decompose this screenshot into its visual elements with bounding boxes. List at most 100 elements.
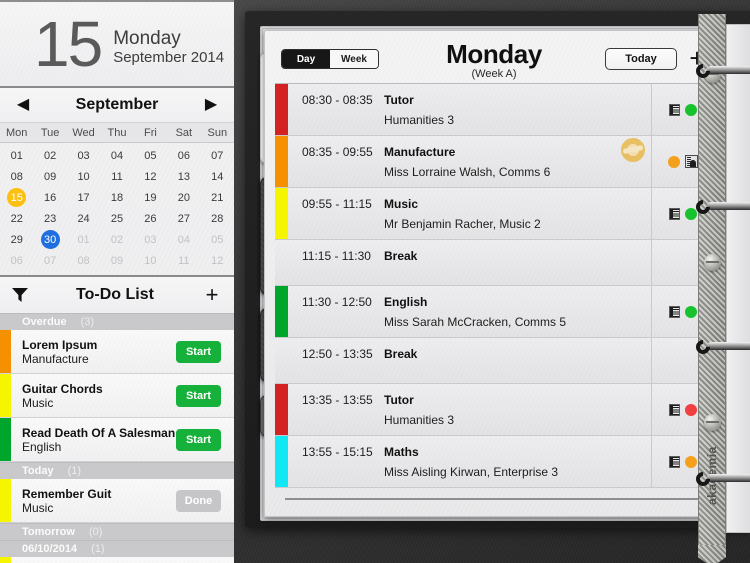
calendar-day-cell[interactable]: 16 bbox=[33, 187, 66, 208]
calendar-day-cell[interactable]: 05 bbox=[134, 145, 167, 166]
calendar-day-cell[interactable]: 12 bbox=[134, 166, 167, 187]
calendar-day-cell[interactable]: 29 bbox=[0, 229, 33, 250]
calendar-day-label: 12 bbox=[144, 170, 157, 183]
calendar-day-cell[interactable]: 02 bbox=[33, 145, 66, 166]
calendar-day-cell[interactable]: 08 bbox=[0, 166, 33, 187]
calendar-day-cell[interactable]: 23 bbox=[33, 208, 66, 229]
notes-list-icon[interactable] bbox=[668, 305, 680, 318]
calendar-day-cell[interactable]: 02 bbox=[100, 229, 133, 250]
todo-group-header: 06/10/2014 (1) bbox=[0, 540, 234, 557]
calendar-day-cell[interactable]: 01 bbox=[0, 145, 33, 166]
calendar-day-cell[interactable]: 13 bbox=[167, 166, 200, 187]
todo-item-text: Guitar Chords Music bbox=[22, 382, 176, 410]
todo-item-subject: Music bbox=[22, 395, 54, 410]
calendar-day-cell[interactable]: 06 bbox=[0, 250, 33, 271]
binder-ring bbox=[693, 337, 750, 357]
timetable-row[interactable]: 09:55 - 11:15 Music Mr Benjamin Racher, Mu… bbox=[275, 188, 713, 240]
calendar-day-cell[interactable]: 07 bbox=[201, 145, 234, 166]
calendar-day-cell[interactable]: 08 bbox=[67, 250, 100, 271]
notes-list-icon[interactable] bbox=[668, 455, 680, 468]
calendar-day-cell[interactable]: 09 bbox=[100, 250, 133, 271]
timetable-row[interactable]: 08:30 - 08:35 Tutor Humanities 3 bbox=[275, 83, 713, 136]
today-button[interactable]: Today bbox=[605, 48, 677, 70]
timetable-row[interactable]: 12:50 - 13:35 Break bbox=[275, 338, 713, 384]
calendar-day-cell[interactable]: 12 bbox=[201, 250, 234, 271]
calendar-day-cell[interactable]: 03 bbox=[67, 145, 100, 166]
calendar-day-label: 08 bbox=[10, 170, 23, 183]
calendar-day-cell[interactable]: 07 bbox=[33, 250, 66, 271]
notes-list-icon[interactable] bbox=[668, 207, 680, 220]
todo-item[interactable]: Remember GuitMusicDone bbox=[0, 479, 234, 523]
calendar-day-label: 17 bbox=[77, 191, 90, 204]
calendar-next-month-button[interactable]: ▶ bbox=[200, 97, 222, 113]
calendar-day-cell[interactable]: 09 bbox=[33, 166, 66, 187]
timetable-subject: Manufacture bbox=[384, 145, 456, 159]
date-header: 15 Monday September 2014 bbox=[0, 2, 234, 86]
teacher-contact-icon[interactable] bbox=[684, 155, 698, 168]
filter-icon[interactable] bbox=[12, 288, 28, 302]
calendar-day-label: 05 bbox=[144, 149, 157, 162]
timetable-row[interactable]: 13:35 - 13:55 Tutor Humanities 3 bbox=[275, 384, 713, 436]
calendar-month-label: September bbox=[75, 96, 159, 113]
timetable-list[interactable]: 08:30 - 08:35 Tutor Humanities 3 08:35 - 09… bbox=[275, 83, 713, 488]
calendar-day-cell[interactable]: 15 bbox=[0, 187, 33, 208]
calendar-day-cell[interactable]: 17 bbox=[67, 187, 100, 208]
notes-list-icon[interactable] bbox=[668, 103, 680, 116]
calendar-day-cell[interactable]: 24 bbox=[67, 208, 100, 229]
calendar-day-cell[interactable]: 11 bbox=[167, 250, 200, 271]
timetable-subject: English bbox=[384, 295, 428, 309]
notes-list-icon[interactable] bbox=[668, 403, 680, 416]
calendar-day-cell[interactable]: 10 bbox=[67, 166, 100, 187]
timetable-row[interactable]: 08:35 - 09:55 Manufacture Miss Lorraine Wa… bbox=[275, 136, 713, 188]
calendar-day-cell[interactable]: 30 bbox=[33, 229, 66, 250]
todo-action-button[interactable]: Start bbox=[176, 340, 221, 363]
add-todo-button[interactable]: + bbox=[202, 284, 222, 306]
todo-item[interactable]: Lorem Ipsum Manufacture Start bbox=[0, 330, 234, 374]
calendar-day-cell[interactable]: 27 bbox=[167, 208, 200, 229]
calendar-day-cell[interactable]: 19 bbox=[134, 187, 167, 208]
timetable-row[interactable]: 11:30 - 12:50 English Miss Sarah McCracken… bbox=[275, 286, 713, 338]
binder-ring bbox=[693, 197, 750, 217]
spine-screw-icon bbox=[704, 414, 721, 431]
timetable-row[interactable]: 11:15 - 11:30 Break bbox=[275, 240, 713, 286]
calendar-grid[interactable]: 01 02 03 04 05 06 07 08 09 10 11 12 13 14 15 16 17 18 19 20… bbox=[0, 143, 234, 275]
todo-item[interactable]: Guitar Chords Music Start bbox=[0, 374, 234, 418]
calendar-day-cell[interactable]: 18 bbox=[100, 187, 133, 208]
todo-item[interactable]: Remember GuitMusicDone bbox=[0, 557, 234, 563]
calendar-day-cell[interactable]: 10 bbox=[134, 250, 167, 271]
calendar-nav: ◀ September ▶ bbox=[0, 88, 234, 122]
calendar-day-cell[interactable]: 03 bbox=[134, 229, 167, 250]
todo-action-button[interactable]: Done bbox=[176, 489, 221, 512]
todo-group-name: 06/10/2014 bbox=[22, 543, 78, 555]
timetable-main: Maths Miss Aisling Kirwan, Enterprise 3 bbox=[376, 436, 651, 487]
timetable-time: 08:30 - 08:35 bbox=[302, 93, 373, 107]
calendar-day-cell[interactable]: 21 bbox=[201, 187, 234, 208]
calendar-day-cell[interactable]: 14 bbox=[201, 166, 234, 187]
calendar-day-label: 01 bbox=[10, 149, 23, 162]
calendar-prev-month-button[interactable]: ◀ bbox=[12, 97, 34, 113]
timetable-row[interactable]: 13:55 - 15:15 Maths Miss Aisling Kirwan, E… bbox=[275, 436, 713, 488]
binder-ring bbox=[693, 469, 750, 489]
calendar-day-cell[interactable]: 25 bbox=[100, 208, 133, 229]
calendar-day-cell[interactable]: 20 bbox=[167, 187, 200, 208]
todo-item-subject: English bbox=[22, 439, 62, 454]
todo-group-name: Today bbox=[22, 465, 54, 477]
calendar-day-label: 13 bbox=[177, 170, 190, 183]
calendar-day-cell[interactable]: 11 bbox=[100, 166, 133, 187]
calendar-day-cell[interactable]: 26 bbox=[134, 208, 167, 229]
timetable-subject-color-bar bbox=[275, 136, 288, 187]
calendar-day-cell[interactable]: 05 bbox=[201, 229, 234, 250]
calendar-day-cell[interactable]: 04 bbox=[167, 229, 200, 250]
todo-item-subject: Music bbox=[22, 500, 54, 515]
calendar-day-cell[interactable]: 04 bbox=[100, 145, 133, 166]
calendar-day-cell[interactable]: 22 bbox=[0, 208, 33, 229]
todo-action-button[interactable]: Start bbox=[176, 384, 221, 407]
todo-action-button[interactable]: Start bbox=[176, 428, 221, 451]
calendar-weekday-wed: Wed bbox=[72, 126, 95, 139]
todo-list[interactable]: Overdue (3) Lorem Ipsum Manufacture Start Gui… bbox=[0, 313, 234, 563]
todo-item[interactable]: Read Death Of A Salesman… English Start bbox=[0, 418, 234, 462]
todo-item-title: Guitar Chords bbox=[22, 381, 103, 396]
calendar-day-cell[interactable]: 01 bbox=[67, 229, 100, 250]
calendar-day-cell[interactable]: 28 bbox=[201, 208, 234, 229]
calendar-day-cell[interactable]: 06 bbox=[167, 145, 200, 166]
